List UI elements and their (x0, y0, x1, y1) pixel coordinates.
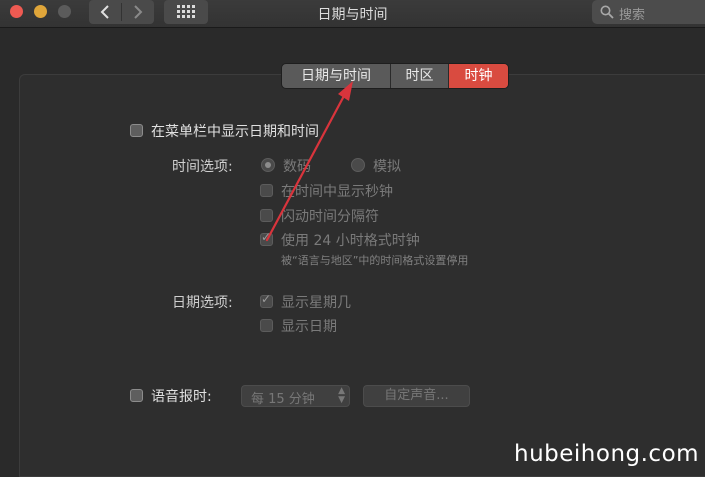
annotation-arrow (265, 81, 353, 242)
watermark-text: hubeihong.com (514, 441, 700, 467)
